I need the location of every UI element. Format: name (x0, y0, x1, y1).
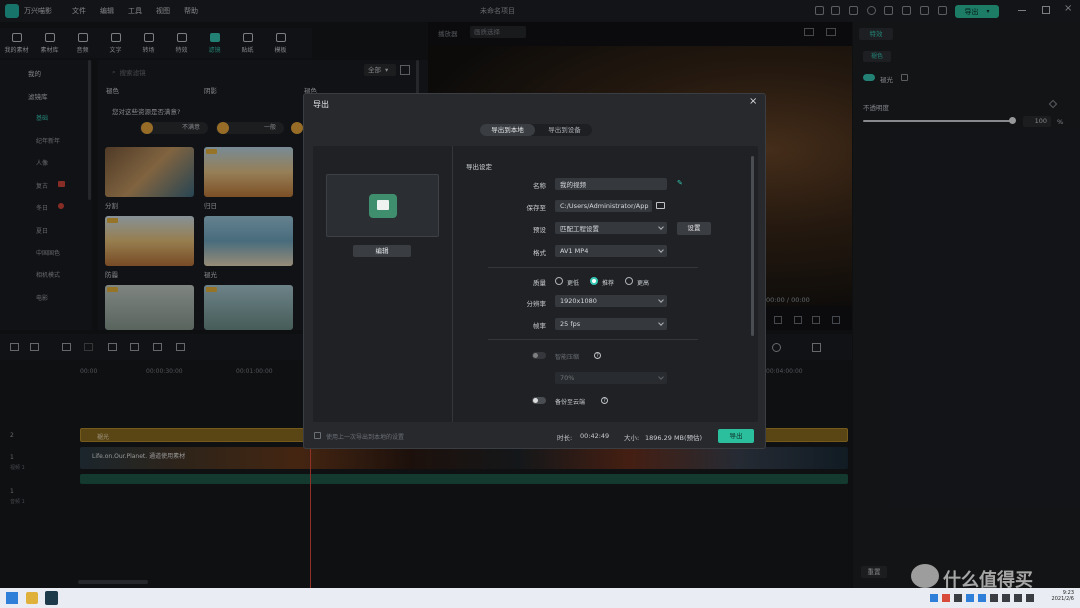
size-label: 大小: (624, 434, 640, 442)
save-label: 保存至 (526, 204, 547, 212)
chevron-down-icon (658, 247, 664, 253)
quality-label: 质量 (533, 279, 546, 287)
chevron-down-icon (658, 297, 664, 303)
framerate-label: 帧率 (533, 322, 546, 330)
chevron-down-icon (658, 320, 664, 326)
preset-dropdown[interactable]: 匹配工程设置 (555, 222, 667, 234)
compress-toggle[interactable] (532, 352, 546, 359)
tab-export-device[interactable]: 导出到设备 (537, 124, 592, 136)
quality-recommended-radio[interactable] (590, 277, 598, 285)
compress-dropdown[interactable]: 70% (555, 372, 667, 384)
divider (488, 339, 698, 340)
format-label: 格式 (533, 249, 546, 257)
thumbnail-preview (326, 174, 439, 237)
ai-icon[interactable]: ✎ (677, 179, 687, 187)
edit-button[interactable]: 编辑 (353, 245, 411, 257)
dialog-scrollbar[interactable] (751, 156, 754, 336)
system-tray[interactable] (930, 594, 1050, 602)
duration-value: 00:42:49 (580, 432, 610, 440)
quality-high-label: 更高 (637, 280, 650, 287)
preset-value: 匹配工程设置 (560, 225, 599, 233)
close-icon[interactable]: × (749, 96, 757, 107)
format-dropdown[interactable]: AV1 MP4 (555, 245, 667, 257)
file-explorer-icon[interactable] (26, 592, 38, 604)
divider (488, 267, 698, 268)
save-path-value: C:/Users/Administrator/App (560, 202, 649, 210)
start-icon[interactable] (6, 592, 18, 604)
preset-label: 预设 (533, 226, 546, 234)
tab-export-local[interactable]: 导出到本地 (480, 124, 535, 136)
framerate-value: 25 fps (560, 320, 581, 328)
quality-low-label: 更低 (567, 280, 580, 287)
preset-settings-button[interactable]: 设置 (677, 222, 711, 235)
resolution-value: 1920x1080 (560, 297, 597, 305)
reuse-settings-label: 使用上一次导出到本地的设置 (326, 434, 405, 441)
chevron-down-icon (658, 374, 664, 380)
help-icon[interactable]: ? (601, 397, 608, 404)
save-path-field[interactable]: C:/Users/Administrator/App (555, 200, 652, 212)
taskbar: 9:23 2021/2/6 (0, 588, 1080, 608)
help-icon[interactable]: ? (594, 352, 601, 359)
folder-icon[interactable] (656, 202, 665, 209)
app-taskbar-icon[interactable] (45, 591, 58, 605)
framerate-dropdown[interactable]: 25 fps (555, 318, 667, 330)
reuse-settings-checkbox[interactable] (314, 432, 321, 439)
size-value: 1896.29 MB(预估) (645, 434, 703, 442)
cloud-backup-label: 备份至云端 (555, 399, 586, 406)
export-dialog: 导出 × 导出到本地 导出到设备 编辑 导出设定 名称 我的视频 ✎ 保存至 C… (303, 93, 766, 449)
compress-label: 智能压缩 (555, 354, 580, 361)
export-button[interactable]: 导出 (718, 429, 754, 443)
quality-high-radio[interactable] (625, 277, 633, 285)
quality-low-radio[interactable] (555, 277, 563, 285)
pencil-icon (369, 194, 397, 218)
name-field[interactable]: 我的视频 (555, 178, 667, 190)
name-value: 我的视频 (560, 181, 586, 189)
divider (452, 146, 453, 422)
export-tabs: 导出到本地 导出到设备 (480, 124, 592, 136)
resolution-dropdown[interactable]: 1920x1080 (555, 295, 667, 307)
format-value: AV1 MP4 (560, 247, 589, 255)
cloud-backup-toggle[interactable] (532, 397, 546, 404)
resolution-label: 分辨率 (526, 300, 547, 308)
dialog-title: 导出 (313, 100, 329, 109)
section-title: 导出设定 (466, 163, 492, 171)
clock[interactable]: 9:23 2021/2/6 (1044, 590, 1074, 602)
clock-date: 2021/2/6 (1051, 596, 1074, 602)
duration-label: 时长: (557, 434, 573, 442)
app-window: 万兴喵影 文件 编辑 工具 视图 帮助 未命名项目 导出 ▾ × 我的素材 素材… (0, 0, 1080, 608)
quality-recommended-label: 推荐 (602, 280, 615, 287)
compress-value: 70% (560, 374, 575, 382)
chevron-down-icon (658, 224, 664, 230)
name-label: 名称 (533, 182, 546, 190)
